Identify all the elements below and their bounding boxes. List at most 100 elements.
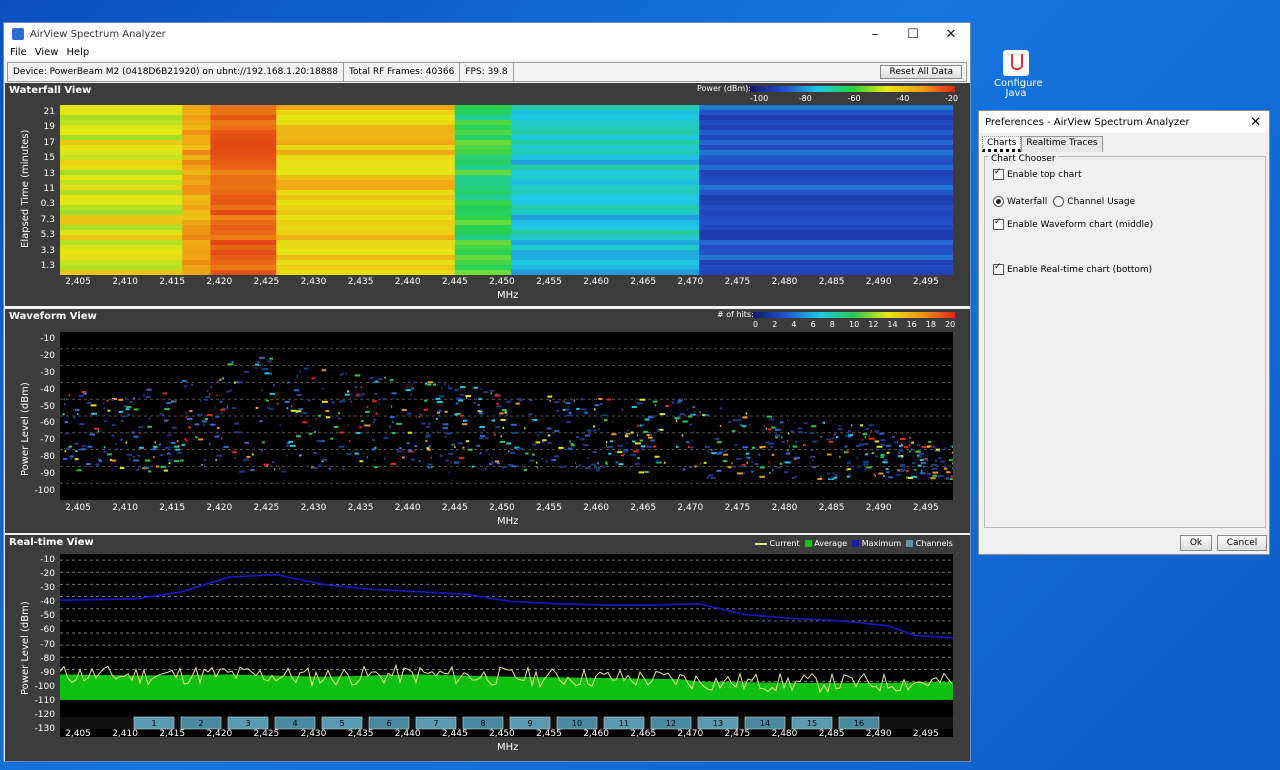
- radio-selected-icon: [993, 196, 1004, 207]
- hit-mark: [206, 414, 213, 417]
- hit-mark: [888, 476, 893, 479]
- hit-mark: [453, 461, 459, 464]
- hit-mark: [868, 424, 874, 427]
- waterfall-cell: [511, 245, 700, 251]
- hit-mark: [909, 450, 911, 453]
- hit-mark: [635, 462, 640, 465]
- hit-mark: [865, 468, 867, 471]
- hit-mark: [212, 418, 214, 421]
- x-tick-label: 2,460: [583, 277, 609, 287]
- hit-mark: [754, 462, 759, 465]
- hit-mark: [483, 429, 485, 432]
- hit-mark: [509, 451, 516, 454]
- hit-mark: [116, 447, 118, 450]
- hit-mark: [76, 413, 79, 416]
- hit-mark: [269, 392, 275, 395]
- hit-mark: [290, 404, 293, 407]
- close-button[interactable]: ✕: [932, 27, 970, 42]
- hit-mark: [714, 437, 720, 440]
- dialog-close-button[interactable]: ✕: [1250, 115, 1261, 130]
- hit-mark: [366, 456, 368, 459]
- legend-tick: -80: [798, 94, 812, 103]
- hit-mark: [392, 432, 396, 435]
- hit-mark: [872, 473, 875, 476]
- hit-mark: [802, 444, 806, 447]
- hit-mark: [428, 445, 431, 448]
- waterfall-cell: [454, 250, 512, 256]
- waterfall-cell: [699, 235, 953, 241]
- menu-file[interactable]: File: [10, 47, 27, 58]
- legend-tick: 6: [810, 320, 816, 329]
- hit-mark: [507, 463, 513, 466]
- tab-charts[interactable]: Charts: [982, 136, 1022, 152]
- hit-mark: [421, 422, 426, 425]
- hit-mark: [742, 446, 749, 449]
- hit-mark: [811, 440, 817, 443]
- configure-java-desktop-icon[interactable]: Configure Java: [994, 50, 1042, 99]
- hit-mark: [286, 444, 289, 447]
- waterfall-cell: [699, 210, 953, 216]
- hit-mark: [759, 466, 765, 469]
- hit-mark: [826, 438, 832, 441]
- hit-mark: [784, 461, 791, 464]
- hit-mark: [937, 475, 944, 478]
- hit-mark: [771, 453, 775, 456]
- hit-mark: [650, 439, 655, 442]
- hit-mark: [864, 453, 868, 456]
- waterfall-cell: [182, 125, 211, 131]
- hit-mark: [724, 450, 727, 453]
- hit-mark: [812, 466, 816, 469]
- chart-chooser-label: Chart Chooser: [989, 154, 1058, 164]
- hit-mark: [374, 466, 378, 469]
- hit-mark: [328, 467, 331, 470]
- enable-top-chart-checkbox[interactable]: Enable top chart: [993, 167, 1082, 180]
- hit-mark: [168, 462, 171, 465]
- waterfall-cell: [182, 205, 211, 211]
- waterfall-cell: [182, 180, 211, 186]
- waterfall-radio[interactable]: Waterfall: [993, 196, 1047, 207]
- hit-mark: [251, 453, 254, 456]
- enable-realtime-checkbox[interactable]: Enable Real-time chart (bottom): [993, 262, 1152, 275]
- hit-mark: [950, 475, 953, 478]
- channel-label: 4: [292, 719, 297, 728]
- realtime-xlabel: MHz: [497, 742, 519, 753]
- enable-waveform-checkbox[interactable]: Enable Waveform chart (middle): [993, 217, 1153, 230]
- maximize-button[interactable]: ☐: [894, 27, 932, 42]
- waterfall-cell: [182, 170, 211, 176]
- hit-mark: [431, 466, 433, 469]
- cancel-button[interactable]: Cancel: [1217, 535, 1267, 551]
- hit-mark: [822, 421, 826, 424]
- hit-mark: [899, 449, 904, 452]
- waterfall-cell: [276, 180, 456, 186]
- hit-mark: [234, 457, 236, 460]
- hit-mark: [656, 460, 660, 463]
- chart-chooser-group: Chart Chooser Enable top chart Waterfall…: [984, 154, 1266, 528]
- hit-mark: [236, 380, 239, 383]
- hit-mark: [625, 441, 628, 444]
- hit-mark: [81, 390, 87, 393]
- checkbox-checked-icon: [993, 217, 1004, 230]
- legend-channels: Channels: [906, 539, 953, 548]
- hit-mark: [876, 448, 879, 451]
- hit-mark: [455, 402, 459, 405]
- menu-help[interactable]: Help: [66, 47, 89, 58]
- tab-realtime-traces[interactable]: Realtime Traces: [1021, 136, 1103, 152]
- hit-mark: [185, 412, 187, 415]
- x-tick-label: 2,430: [300, 277, 327, 287]
- hit-mark: [938, 457, 942, 460]
- hit-mark: [789, 445, 791, 448]
- minimize-button[interactable]: –: [856, 27, 894, 42]
- waterfall-cell: [210, 250, 277, 256]
- hit-mark: [304, 367, 309, 370]
- hit-mark: [162, 392, 168, 395]
- hit-mark: [448, 452, 454, 455]
- channel-usage-radio[interactable]: Channel Usage: [1053, 196, 1135, 207]
- hit-mark: [874, 440, 879, 443]
- reset-all-data-button[interactable]: Reset All Data: [880, 65, 962, 79]
- waterfall-cell: [511, 175, 700, 181]
- menu-view[interactable]: View: [35, 47, 59, 58]
- hit-mark: [337, 417, 342, 420]
- hit-mark: [665, 404, 670, 407]
- hit-mark: [111, 459, 117, 462]
- ok-button[interactable]: Ok: [1180, 535, 1212, 551]
